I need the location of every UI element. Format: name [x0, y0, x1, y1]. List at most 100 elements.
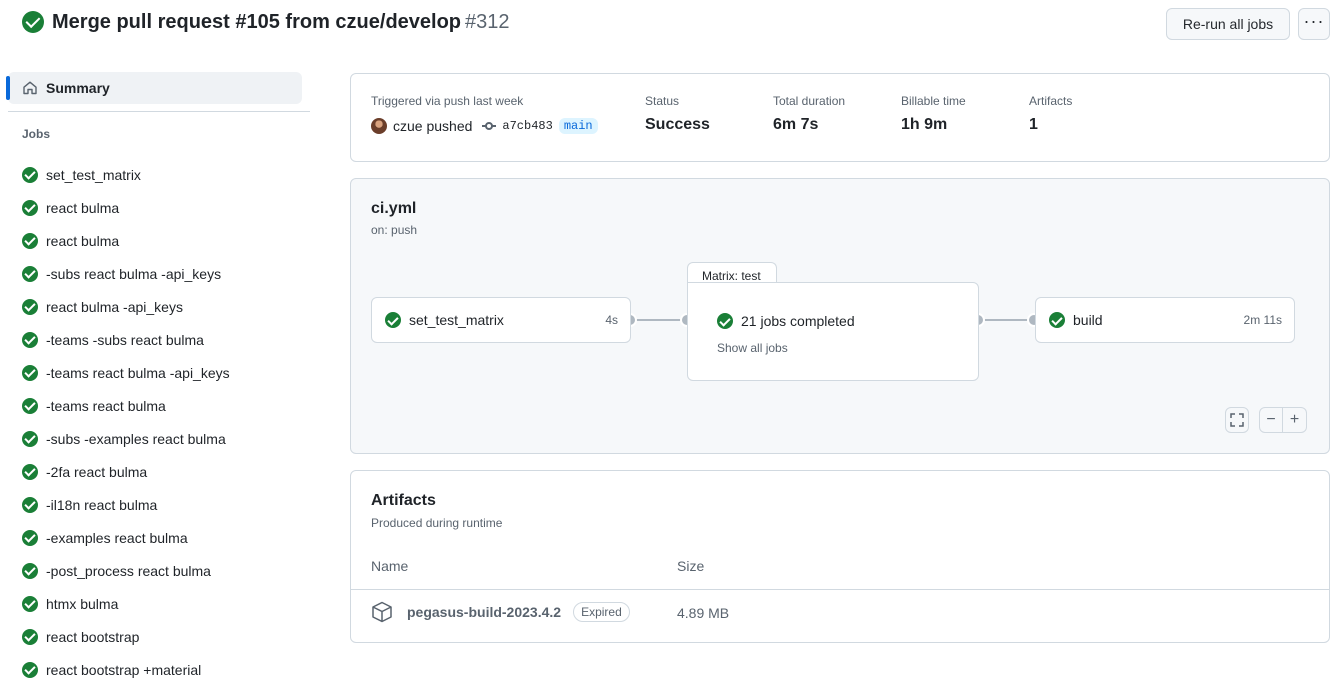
- artifacts-count-value: 1: [1029, 116, 1038, 133]
- success-check-icon: [22, 430, 38, 447]
- success-check-icon: [22, 199, 38, 216]
- sidebar-job-label: -teams react bulma -api_keys: [46, 364, 230, 381]
- package-icon: [372, 601, 392, 623]
- sidebar-job-item[interactable]: react bootstrap: [22, 620, 230, 653]
- sidebar-job-label: -subs react bulma -api_keys: [46, 265, 222, 282]
- commit-icon: [482, 121, 497, 131]
- run-title: Merge pull request #105 from czue/develo…: [52, 11, 510, 34]
- duration-label: Total duration: [773, 94, 846, 108]
- success-check-icon: [22, 562, 38, 579]
- sidebar-job-label: -2fa react bulma: [46, 463, 148, 480]
- success-check-icon: [717, 313, 733, 329]
- sidebar-job-item[interactable]: react bulma -api_keys: [22, 290, 230, 323]
- commit-sha-link[interactable]: a7cb483: [502, 119, 552, 133]
- column-header-size: Size: [677, 558, 705, 574]
- fullscreen-icon: [1230, 413, 1244, 427]
- sidebar-divider: [8, 111, 310, 112]
- sidebar-job-item[interactable]: -il18n react bulma: [22, 488, 230, 521]
- graph-matrix-group[interactable]: 21 jobs completed Show all jobs: [687, 282, 979, 381]
- artifact-row: pegasus-build-2023.4.2 Expired: [371, 601, 630, 623]
- show-all-jobs-link[interactable]: Show all jobs: [717, 341, 788, 355]
- run-title-text: Merge pull request #105 from czue/develo…: [52, 10, 462, 33]
- sidebar-job-label: react bulma: [46, 232, 120, 249]
- sidebar-job-item[interactable]: react bulma: [22, 224, 230, 257]
- graph-job-name: set_test_matrix: [409, 312, 504, 328]
- success-check-icon: [22, 11, 44, 33]
- artifact-name-link[interactable]: pegasus-build-2023.4.2: [407, 604, 561, 620]
- graph-job-set-test-matrix[interactable]: set_test_matrix 4s: [371, 297, 631, 343]
- sidebar-job-item[interactable]: -subs -examples react bulma: [22, 422, 230, 455]
- sidebar-job-item[interactable]: htmx bulma: [22, 587, 230, 620]
- artifacts-count-label: Artifacts: [1029, 94, 1073, 108]
- sidebar-job-item[interactable]: react bulma: [22, 191, 230, 224]
- trigger-label: Triggered via push last week: [371, 94, 524, 108]
- job-list: set_test_matrixreact bulma react bulma -su…: [22, 158, 230, 684]
- summary-label: Summary: [46, 80, 110, 96]
- sidebar-job-item[interactable]: -post_process react bulma: [22, 554, 230, 587]
- success-check-icon: [22, 496, 38, 513]
- avatar[interactable]: [371, 118, 387, 134]
- matrix-status-text: 21 jobs completed: [741, 313, 855, 329]
- zoom-in-button[interactable]: +: [1283, 407, 1307, 433]
- branch-badge[interactable]: main: [558, 118, 598, 134]
- matrix-label: Matrix: test: [687, 262, 777, 284]
- sidebar-job-label: react bootstrap +material: [46, 661, 202, 678]
- sidebar-job-label: -teams react bulma: [46, 397, 166, 414]
- graph-job-name: build: [1073, 312, 1103, 328]
- artifacts-card: Artifacts Produced during runtime Name S…: [350, 470, 1330, 643]
- sidebar-job-item[interactable]: -teams react bulma: [22, 389, 230, 422]
- workflow-name: ci.yml: [371, 200, 417, 217]
- column-header-name: Name: [371, 558, 409, 574]
- home-icon: [23, 81, 37, 95]
- sidebar-job-item[interactable]: -examples react bulma: [22, 521, 230, 554]
- sidebar-job-item[interactable]: react bootstrap +material: [22, 653, 230, 684]
- sidebar-job-item[interactable]: -2fa react bulma: [22, 455, 230, 488]
- matrix-status: 21 jobs completed: [717, 313, 855, 329]
- artifacts-divider: [351, 589, 1329, 590]
- sidebar-job-label: react bulma: [46, 199, 120, 216]
- sidebar-job-item[interactable]: -subs react bulma -api_keys: [22, 257, 230, 290]
- trigger-details: czue pushed a7cb483 main: [371, 118, 598, 134]
- artifacts-subtitle: Produced during runtime: [371, 516, 503, 530]
- graph-job-build[interactable]: build 2m 11s: [1035, 297, 1295, 343]
- fullscreen-button[interactable]: [1225, 407, 1249, 433]
- artifacts-title: Artifacts: [371, 492, 436, 509]
- run-number: #312: [465, 10, 510, 33]
- sidebar-job-label: react bulma -api_keys: [46, 298, 183, 315]
- sidebar-job-label: -examples react bulma: [46, 529, 188, 546]
- sidebar-job-label: -il18n react bulma: [46, 496, 158, 513]
- success-check-icon: [1049, 312, 1065, 328]
- sidebar-job-label: set_test_matrix: [46, 166, 141, 183]
- sidebar-job-item[interactable]: set_test_matrix: [22, 158, 230, 191]
- more-options-button[interactable]: ···: [1298, 8, 1330, 40]
- success-check-icon: [22, 265, 38, 282]
- sidebar-job-item[interactable]: -teams react bulma -api_keys: [22, 356, 230, 389]
- active-indicator: [6, 76, 10, 100]
- success-check-icon: [22, 661, 38, 678]
- run-info-card: Triggered via push last week czue pushed…: [350, 73, 1330, 162]
- success-check-icon: [22, 232, 38, 249]
- sidebar-job-label: -subs -examples react bulma: [46, 430, 226, 447]
- success-check-icon: [22, 529, 38, 546]
- sidebar-job-label: react bootstrap: [46, 628, 140, 645]
- sidebar-job-item[interactable]: -teams -subs react bulma: [22, 323, 230, 356]
- workflow-graph-card: ci.yml on: push set_test_matrix 4s Matri…: [350, 178, 1330, 454]
- connector-line: [631, 319, 687, 321]
- graph-job-duration: 2m 11s: [1243, 313, 1282, 327]
- rerun-all-jobs-button[interactable]: Re-run all jobs: [1166, 8, 1290, 40]
- jobs-heading: Jobs: [22, 127, 51, 141]
- zoom-out-button[interactable]: −: [1259, 407, 1283, 433]
- success-check-icon: [22, 463, 38, 480]
- billable-label: Billable time: [901, 94, 966, 108]
- actor-text: czue pushed: [393, 118, 473, 134]
- expired-badge: Expired: [573, 602, 630, 622]
- sidebar-item-summary[interactable]: Summary: [6, 72, 302, 104]
- success-check-icon: [22, 628, 38, 645]
- sidebar-job-label: -teams -subs react bulma: [46, 331, 204, 348]
- success-check-icon: [22, 331, 38, 348]
- billable-value: 1h 9m: [901, 116, 948, 133]
- graph-job-duration: 4s: [605, 313, 618, 327]
- success-check-icon: [22, 397, 38, 414]
- sidebar-job-label: htmx bulma: [46, 595, 119, 612]
- status-label: Status: [645, 94, 680, 108]
